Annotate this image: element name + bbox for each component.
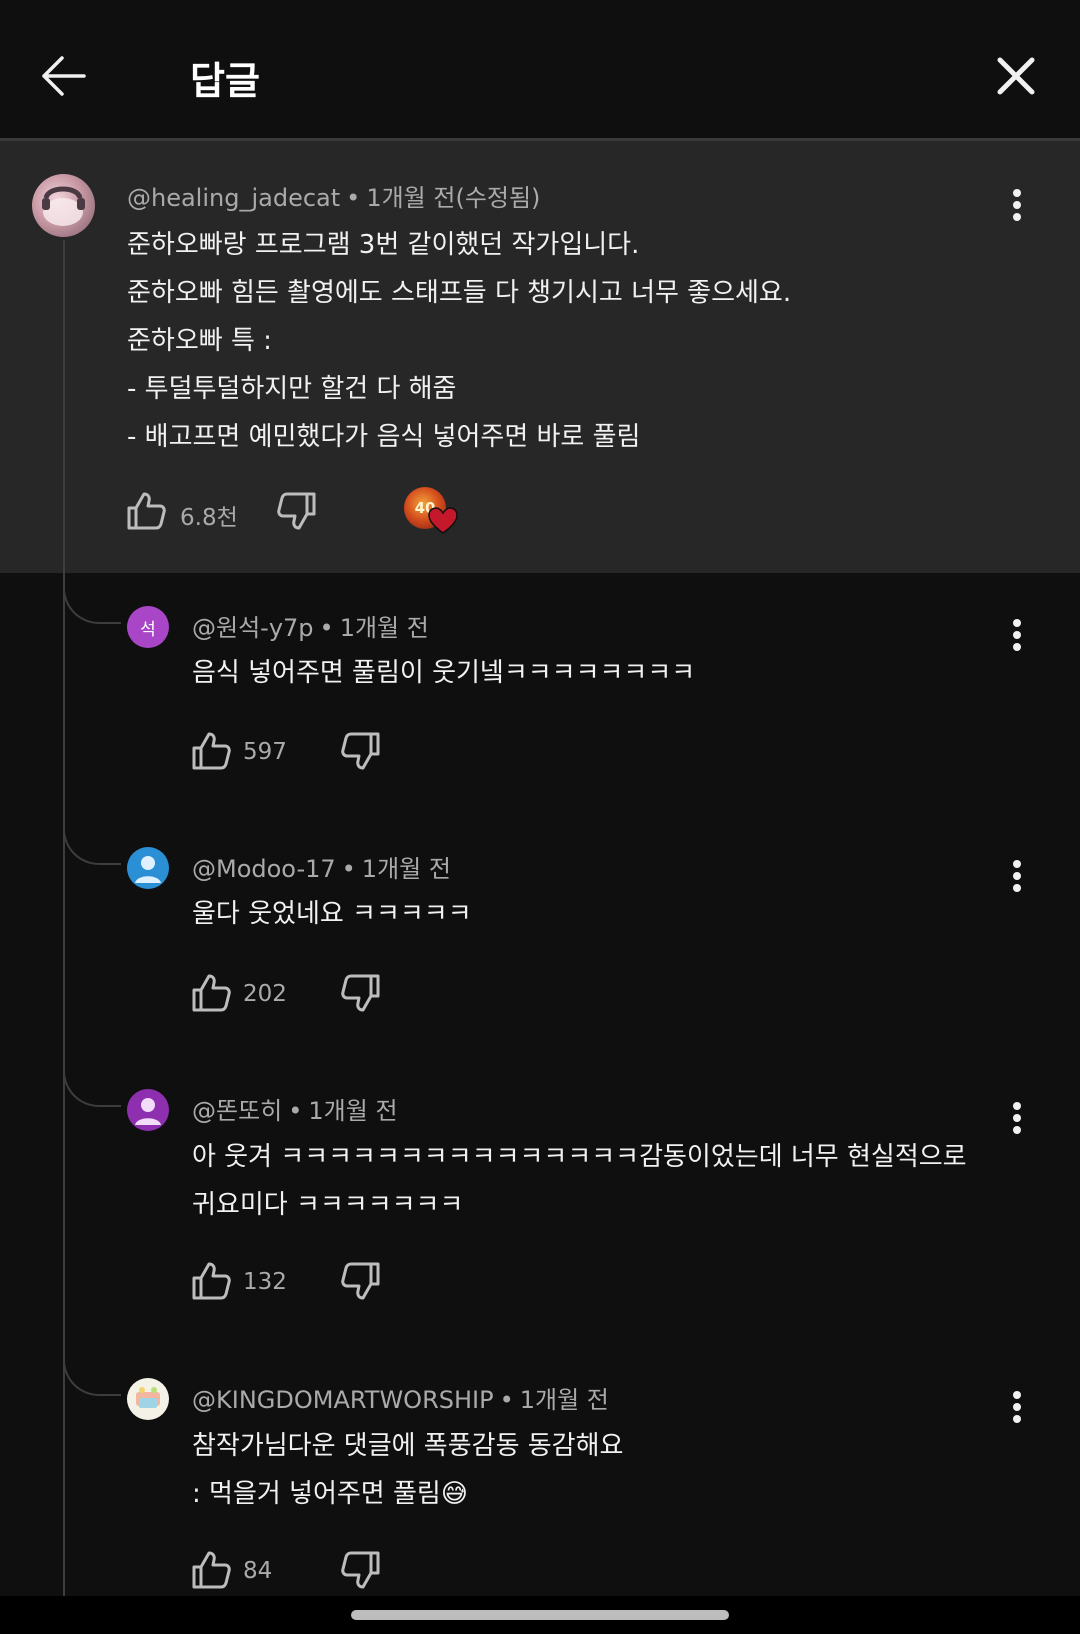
like-button[interactable]: [190, 1259, 234, 1303]
creator-heart-icon: [428, 507, 458, 534]
default-person-icon: [135, 856, 161, 883]
more-vert-icon: [1013, 1102, 1021, 1134]
author-name[interactable]: @원석-y7p: [192, 614, 314, 642]
like-button[interactable]: [190, 1548, 234, 1592]
timestamp: 1개월 전(수정됨): [366, 184, 541, 212]
thumb-down-icon: [341, 1262, 380, 1300]
comment-text-line: 준하오빠 특 :: [127, 326, 272, 356]
home-indicator[interactable]: [351, 1610, 729, 1620]
thumb-down-icon: [341, 974, 380, 1012]
like-button[interactable]: [190, 729, 234, 773]
more-vert-icon: [1013, 619, 1021, 651]
top-bar: 답글: [0, 0, 1080, 138]
like-button[interactable]: [125, 489, 169, 533]
thumb-down-icon: [341, 732, 380, 770]
thread-connector: [63, 1047, 121, 1107]
comment-text-line: 울다 웃었네요 ㅋㅋㅋㅋㅋ: [192, 899, 472, 929]
thread-line: [63, 240, 65, 1596]
default-person-icon: [135, 1098, 161, 1125]
more-vert-icon: [1013, 1391, 1021, 1423]
like-button[interactable]: [190, 971, 234, 1015]
dislike-button[interactable]: [338, 729, 382, 773]
author-name[interactable]: @healing_jadecat: [127, 184, 340, 212]
back-button[interactable]: [36, 48, 92, 104]
comment-text-line: 준하오빠랑 프로그램 3번 같이했던 작가입니다.: [127, 230, 640, 260]
comment-meta: @healing_jadecat • 1개월 전(수정됨): [127, 178, 540, 213]
more-vert-icon: [1013, 189, 1021, 221]
avatar[interactable]: [127, 847, 169, 889]
timestamp: 1개월 전: [361, 855, 451, 883]
meta-separator: •: [288, 1097, 303, 1125]
comment-text-line: 준하오빠 힘든 촬영에도 스태프들 다 챙기시고 너무 좋으세요.: [127, 278, 792, 308]
author-name[interactable]: @KINGDOMARTWORSHIP: [192, 1386, 494, 1414]
meta-separator: •: [341, 855, 356, 883]
avatar[interactable]: 석: [127, 606, 169, 648]
thumb-down-icon: [341, 1551, 380, 1589]
more-options-button[interactable]: [1002, 855, 1032, 899]
avatar-illustration-icon: [136, 1387, 160, 1408]
thread-connector: [63, 564, 121, 624]
creator-heart: 40: [404, 487, 462, 539]
avatar-cat-image-icon: [42, 186, 85, 226]
timestamp: 1개월 전: [339, 614, 429, 642]
thumb-up-icon: [127, 492, 166, 530]
thumb-down-icon: [277, 492, 316, 530]
comment-text-line: 귀요미다 ㅋㅋㅋㅋㅋㅋㅋ: [192, 1190, 464, 1220]
like-count: 84: [243, 1558, 273, 1584]
comment-text-line: 참작가님다운 댓글에 폭풍감동 동감해요: [192, 1431, 624, 1461]
comment-meta: @원석-y7p • 1개월 전: [192, 608, 429, 643]
comment-text-line: : 먹을거 넣어주면 풀림😅: [192, 1479, 468, 1509]
close-button[interactable]: [990, 50, 1042, 102]
comment-text-line: - 배고프면 예민했다가 음식 넣어주면 바로 풀림: [127, 422, 641, 452]
more-options-button[interactable]: [1002, 184, 1032, 228]
author-name[interactable]: @똔또히: [192, 1097, 282, 1125]
avatar[interactable]: [127, 1089, 169, 1131]
more-vert-icon: [1013, 860, 1021, 892]
back-arrow-icon: [42, 56, 86, 96]
timestamp: 1개월 전: [308, 1097, 398, 1125]
meta-separator: •: [319, 614, 334, 642]
like-count: 6.8천: [180, 505, 238, 531]
comment-meta: @KINGDOMARTWORSHIP • 1개월 전: [192, 1380, 609, 1415]
comment-text-line: 아 웃겨 ㅋㅋㅋㅋㅋㅋㅋㅋㅋㅋㅋㅋㅋㅋㅋ감동이었는데 너무 현실적으로: [192, 1142, 967, 1172]
more-options-button[interactable]: [1002, 614, 1032, 658]
avatar-letter: 석: [140, 619, 156, 640]
dislike-button[interactable]: [338, 1259, 382, 1303]
thumb-up-icon: [192, 974, 231, 1012]
close-icon: [997, 57, 1035, 95]
avatar[interactable]: [32, 174, 95, 237]
more-options-button[interactable]: [1002, 1097, 1032, 1141]
comment-text-line: - 투덜투덜하지만 할건 다 해줌: [127, 374, 457, 404]
dislike-button[interactable]: [338, 971, 382, 1015]
more-options-button[interactable]: [1002, 1386, 1032, 1430]
comment-text-line: 음식 넣어주면 풀림이 웃기넼ㅋㅋㅋㅋㅋㅋㅋㅋ: [192, 658, 696, 688]
thumb-up-icon: [192, 732, 231, 770]
thumb-up-icon: [192, 1551, 231, 1589]
like-count: 597: [243, 739, 287, 765]
dislike-button[interactable]: [274, 489, 318, 533]
thread-connector: [63, 1336, 121, 1396]
page-title: 답글: [190, 59, 260, 103]
meta-separator: •: [499, 1386, 514, 1414]
timestamp: 1개월 전: [519, 1386, 609, 1414]
comment-meta: @Modoo-17 • 1개월 전: [192, 849, 451, 884]
dislike-button[interactable]: [338, 1548, 382, 1592]
avatar[interactable]: [127, 1378, 169, 1420]
author-name[interactable]: @Modoo-17: [192, 855, 336, 883]
like-count: 132: [243, 1269, 287, 1295]
meta-separator: •: [346, 184, 361, 212]
like-count: 202: [243, 981, 287, 1007]
thread-connector: [63, 805, 121, 865]
comment-meta: @똔또히 • 1개월 전: [192, 1091, 398, 1126]
thumb-up-icon: [192, 1262, 231, 1300]
